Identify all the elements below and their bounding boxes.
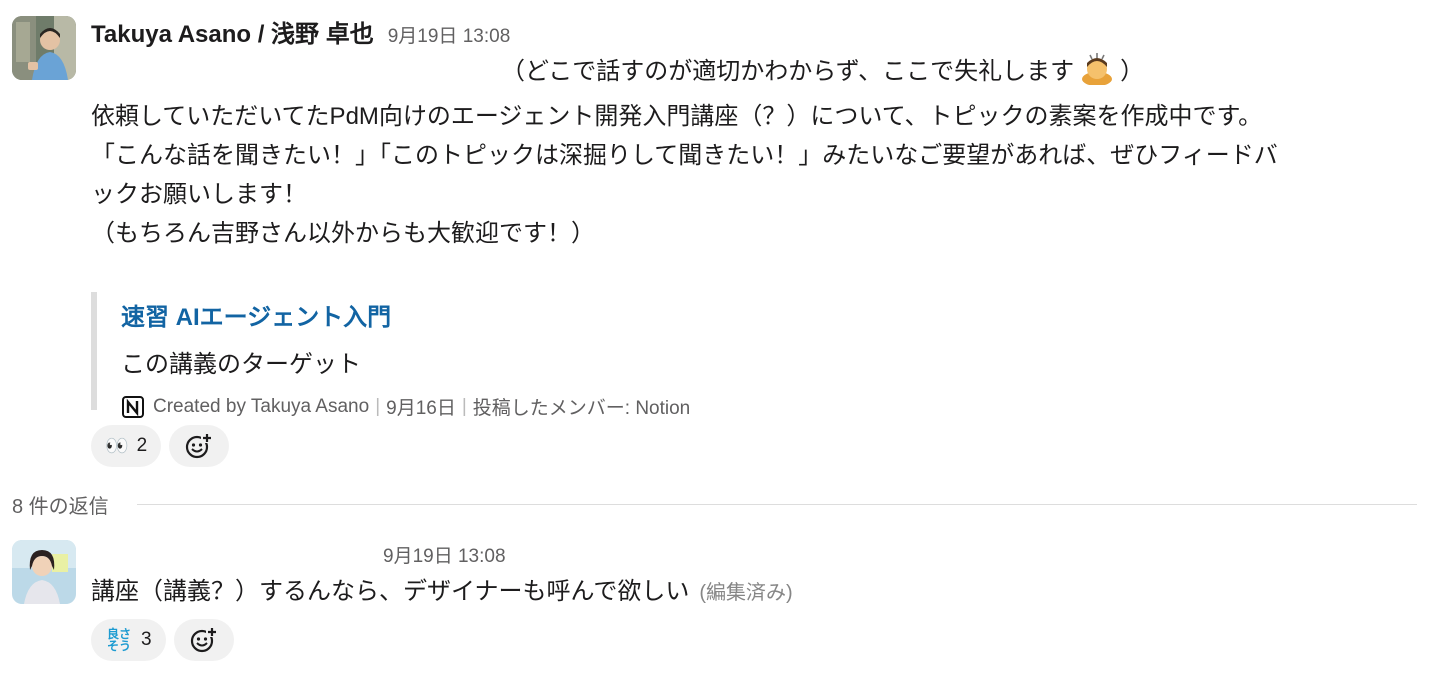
- message-line: 「こんな話を聞きたい！」「このトピックは深掘りして聞きたい！」みたいなご要望があ…: [91, 142, 1278, 169]
- reply-reactions: 良さ そう 3: [91, 619, 234, 661]
- unfurl-created-by: Created by Takuya Asano: [153, 395, 370, 417]
- edited-label: (編集済み): [699, 582, 793, 604]
- divider-line: [136, 504, 1417, 505]
- add-reaction-icon: [190, 627, 218, 653]
- replies-count[interactable]: 8 件の返信: [12, 490, 109, 519]
- link-unfurl: 速習 AIエージェント入門 この講義のターゲット Created by Taku…: [91, 292, 690, 419]
- unfurl-meta: Created by Takuya Asano | 9月16日 | 投稿したメン…: [121, 393, 690, 420]
- reaction-count: 2: [136, 435, 148, 456]
- message-reactions: 👀 2: [91, 425, 230, 467]
- unfurl-title-link[interactable]: 速習 AIエージェント入門: [121, 297, 690, 332]
- reply-message-text: 講座（講義？）するんなら、デザイナーも呼んで欲しい: [91, 578, 690, 605]
- author-name[interactable]: Takuya Asano / 浅野 卓也: [91, 14, 374, 49]
- bowing-person-emoji: [1080, 53, 1114, 97]
- thread-replies-divider: 8 件の返信: [12, 490, 1417, 519]
- add-reaction-button[interactable]: [173, 619, 234, 661]
- message-text: （どこで話すのが適切かわからず、ここで失礼します: [501, 58, 1075, 85]
- reply-timestamp[interactable]: 9月19日 13:08: [383, 541, 506, 568]
- message-text: ）: [1120, 58, 1145, 85]
- message-body: （どこで話すのが適切かわからず、ここで失礼します ） 依頼していただいてたPdM…: [91, 52, 1431, 253]
- message-line: （もちろん吉野さん以外からも大歓迎です！）: [91, 220, 595, 247]
- message-header: Takuya Asano / 浅野 卓也 9月19日 13:08: [91, 14, 510, 49]
- message-timestamp[interactable]: 9月19日 13:08: [388, 21, 511, 48]
- reaction-count: 3: [141, 629, 152, 650]
- message-line: 依頼していただいてたPdM向けのエージェント開発入門講座（？）について、トピック…: [91, 103, 1263, 130]
- add-reaction-button[interactable]: [169, 425, 230, 467]
- eyes-emoji: 👀: [105, 436, 129, 457]
- notion-icon: [121, 395, 145, 419]
- yosasou-emoji-line: そう: [106, 639, 131, 653]
- message-line: （どこで話すのが適切かわからず、ここで失礼します ）: [91, 52, 1431, 97]
- meta-separator: |: [375, 395, 381, 417]
- reaction-eyes[interactable]: 👀 2: [91, 425, 162, 467]
- add-reaction-icon: [186, 433, 214, 459]
- message-line: ックお願いします！: [91, 181, 307, 208]
- yosasou-emoji: 良さ そう: [105, 628, 133, 652]
- reaction-yosasou[interactable]: 良さ そう 3: [91, 619, 166, 661]
- meta-separator: |: [461, 395, 467, 417]
- reply-avatar[interactable]: [12, 540, 76, 604]
- unfurl-date: 9月16日: [386, 398, 456, 419]
- reply-body: 講座（講義？）するんなら、デザイナーも呼んで欲しい (編集済み): [91, 572, 793, 613]
- unfurl-subtitle: この講義のターゲット: [121, 351, 361, 378]
- unfurl-posted-by: 投稿したメンバー: Notion: [472, 398, 691, 419]
- author-avatar[interactable]: [12, 16, 76, 80]
